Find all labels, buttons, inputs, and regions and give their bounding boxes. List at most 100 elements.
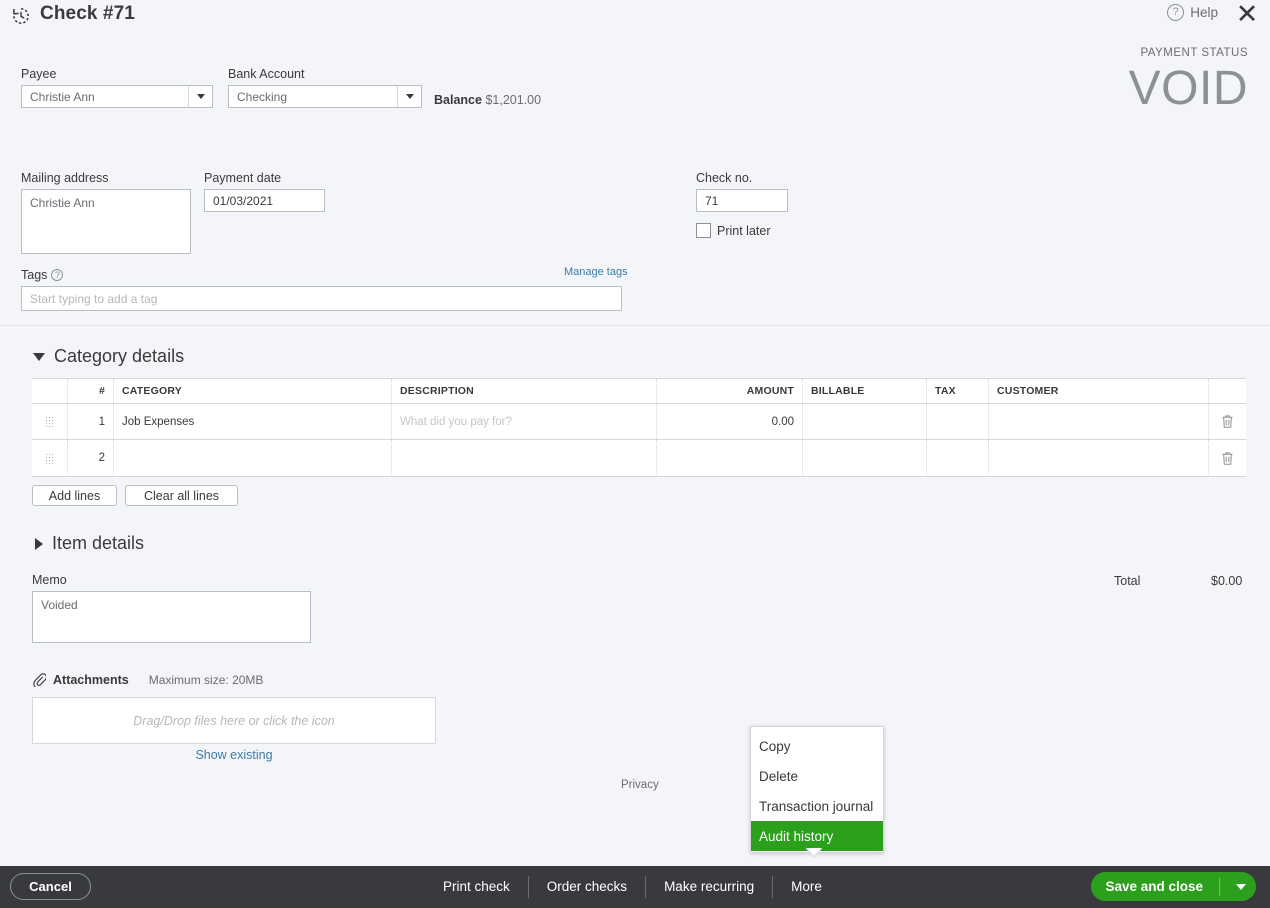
make-recurring-button[interactable]: Make recurring [646,880,772,894]
memo-label: Memo [32,573,67,587]
row-billable[interactable] [803,440,927,476]
row-customer[interactable] [989,404,1209,439]
row-number: 1 [68,404,114,439]
balance-value: $1,201.00 [485,93,541,107]
print-later-checkbox[interactable] [696,223,711,238]
help-button[interactable]: ? Help [1167,4,1218,21]
chevron-down-icon[interactable] [33,353,45,361]
column-header-category: CATEGORY [114,379,392,403]
tags-help-icon[interactable]: ? [51,269,63,281]
menu-item-transaction-journal[interactable]: Transaction journal [751,791,883,821]
chevron-down-icon[interactable] [1236,884,1246,890]
payee-label: Payee [21,67,56,81]
check-form-window: Check #71 ? Help ✕ PAYMENT STATUS VOID P… [0,0,1270,908]
drag-handle-icon[interactable] [32,404,68,439]
column-header-tax: TAX [927,379,989,403]
bank-account-select[interactable]: Checking [228,85,422,108]
memo-field[interactable]: Voided [32,591,311,643]
more-menu-popup: Copy Delete Transaction journal Audit hi… [750,726,884,853]
print-check-button[interactable]: Print check [425,880,528,894]
payment-status-value: VOID [1129,60,1248,118]
section-divider [0,325,1270,326]
row-description[interactable] [392,440,657,476]
attachments-label: Attachments [53,673,129,687]
print-later-row[interactable]: Print later [696,223,771,238]
payment-date-label: Payment date [204,171,281,185]
tags-label-text: Tags [21,268,47,282]
category-details-table: # CATEGORY DESCRIPTION AMOUNT BILLABLE T… [32,378,1246,477]
menu-item-delete[interactable]: Delete [751,761,883,791]
item-details-title: Item details [52,533,144,554]
chevron-down-icon[interactable] [188,86,212,107]
payee-select[interactable]: Christie Ann [21,85,213,108]
close-icon[interactable]: ✕ [1234,2,1260,28]
menu-item-copy[interactable]: Copy [751,731,883,761]
more-button[interactable]: More [773,880,840,894]
column-header-drag [32,379,68,403]
row-category[interactable] [114,440,392,476]
column-header-customer: CUSTOMER [989,379,1209,403]
payment-date-field[interactable]: 01/03/2021 [204,189,325,212]
payee-value: Christie Ann [22,90,188,104]
delete-row-button[interactable] [1209,440,1246,476]
row-amount[interactable] [657,440,803,476]
order-checks-button[interactable]: Order checks [529,880,645,894]
check-no-field[interactable]: 71 [696,189,788,212]
row-tax[interactable] [927,440,989,476]
privacy-link[interactable]: Privacy [621,779,659,791]
balance-label: Balance [434,93,482,107]
row-category[interactable]: Job Expenses [114,404,392,439]
attachment-dropzone[interactable]: Drag/Drop files here or click the icon [32,697,436,744]
save-and-close-button[interactable]: Save and close [1091,872,1256,901]
chevron-down-icon[interactable] [397,86,421,107]
item-details-header[interactable]: Item details [35,533,144,554]
cancel-button[interactable]: Cancel [10,873,91,900]
row-customer[interactable] [989,440,1209,476]
mailing-address-field[interactable]: Christie Ann [21,189,191,254]
menu-pointer-arrow [806,848,822,858]
page-title: Check #71 [40,3,135,25]
tags-label: Tags? [21,268,63,282]
paperclip-icon [33,673,46,687]
column-header-delete [1209,379,1246,403]
balance-display: Balance $1,201.00 [434,93,541,107]
save-button-divider [1219,878,1220,896]
total-value: $0.00 [1211,574,1242,588]
menu-item-audit-history[interactable]: Audit history [751,821,883,851]
total-label: Total [1114,574,1140,588]
bank-account-value: Checking [229,90,397,104]
bank-account-label: Bank Account [228,67,304,81]
mailing-address-label: Mailing address [21,171,109,185]
row-billable[interactable] [803,404,927,439]
payment-status-label: PAYMENT STATUS [1140,47,1248,59]
footer-bar: Cancel Print check Order checks Make rec… [0,866,1270,908]
category-details-header[interactable]: Category details [33,346,184,367]
table-row[interactable]: 2 [32,440,1246,476]
row-description[interactable]: What did you pay for? [392,404,657,439]
delete-row-button[interactable] [1209,404,1246,439]
column-header-billable: BILLABLE [803,379,927,403]
column-header-amount: AMOUNT [657,379,803,403]
window-header: Check #71 ? Help ✕ [0,0,1270,33]
row-tax[interactable] [927,404,989,439]
show-existing-link[interactable]: Show existing [32,748,436,762]
add-lines-button[interactable]: Add lines [32,485,117,506]
footer-links: Print check Order checks Make recurring … [425,866,840,908]
save-and-close-label: Save and close [1105,879,1203,894]
tags-input[interactable]: Start typing to add a tag [21,286,622,311]
check-no-label: Check no. [696,171,752,185]
manage-tags-link[interactable]: Manage tags [564,266,628,278]
attachments-max-size: Maximum size: 20MB [149,673,264,687]
row-number: 2 [68,440,114,476]
print-later-label: Print later [717,224,771,238]
clear-all-lines-button[interactable]: Clear all lines [125,485,238,506]
category-details-title: Category details [54,346,184,367]
attachments-header: Attachments Maximum size: 20MB [33,673,263,687]
drag-handle-icon[interactable] [32,440,68,476]
column-header-description: DESCRIPTION [392,379,657,403]
table-row[interactable]: 1 Job Expenses What did you pay for? 0.0… [32,404,1246,440]
history-clock-icon [10,5,32,27]
row-amount[interactable]: 0.00 [657,404,803,439]
chevron-right-icon[interactable] [35,538,43,550]
table-header-row: # CATEGORY DESCRIPTION AMOUNT BILLABLE T… [32,379,1246,404]
